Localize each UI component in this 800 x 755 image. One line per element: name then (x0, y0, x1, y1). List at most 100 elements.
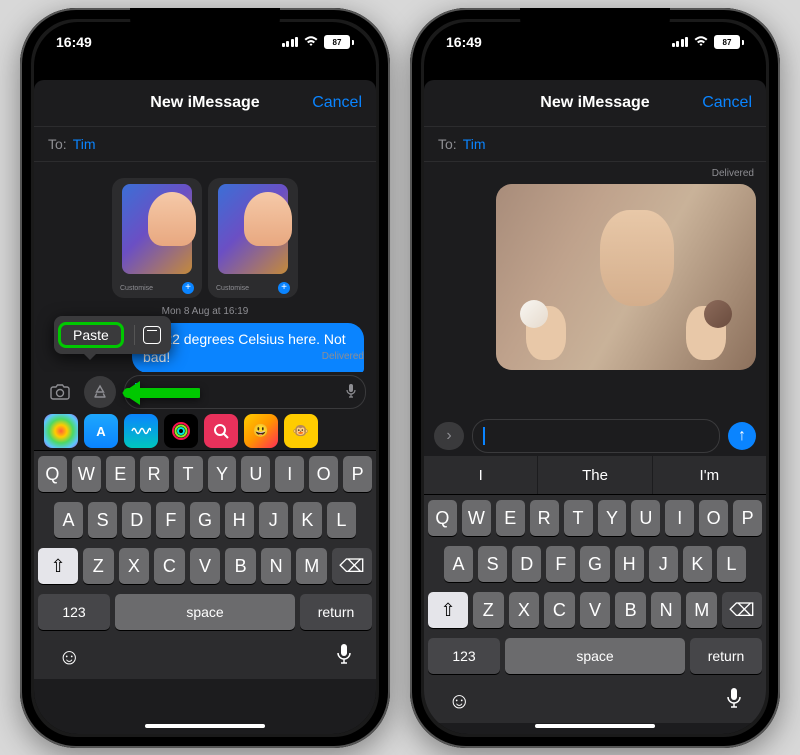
key-x[interactable]: X (119, 548, 150, 584)
prediction[interactable]: I'm (653, 456, 766, 494)
key-b[interactable]: B (615, 592, 646, 628)
key-c[interactable]: C (544, 592, 575, 628)
cancel-button[interactable]: Cancel (702, 94, 752, 112)
key-k[interactable]: K (683, 546, 712, 582)
key-z[interactable]: Z (83, 548, 114, 584)
appstore-icon[interactable] (84, 376, 116, 408)
key-e[interactable]: E (496, 500, 525, 536)
key-j[interactable]: J (649, 546, 678, 582)
memoji-app-icon[interactable]: 😃 (244, 414, 278, 448)
key-t[interactable]: T (174, 456, 203, 492)
key-l[interactable]: L (717, 546, 746, 582)
numeric-key[interactable]: 123 (38, 594, 110, 630)
key-q[interactable]: Q (428, 500, 457, 536)
pasted-image-attachment[interactable] (496, 184, 756, 370)
key-j[interactable]: J (259, 502, 288, 538)
key-h[interactable]: H (225, 502, 254, 538)
space-key[interactable]: space (115, 594, 295, 630)
key-o[interactable]: O (699, 500, 728, 536)
scan-text-icon[interactable] (143, 326, 161, 344)
home-indicator[interactable] (535, 724, 655, 728)
key-m[interactable]: M (296, 548, 327, 584)
key-o[interactable]: O (309, 456, 338, 492)
paste-button[interactable]: Paste (58, 322, 124, 348)
cancel-button[interactable]: Cancel (312, 94, 362, 112)
screen-right: 16:49 87 New iMessage Cancel To: Tim De (424, 22, 766, 734)
numeric-key[interactable]: 123 (428, 638, 500, 674)
message-thread[interactable]: Customise+ Customise+ Mon 8 Aug at 16:19… (34, 162, 376, 372)
key-n[interactable]: N (261, 548, 292, 584)
prediction[interactable]: The (538, 456, 652, 494)
key-g[interactable]: G (580, 546, 609, 582)
home-indicator[interactable] (145, 724, 265, 728)
key-p[interactable]: P (343, 456, 372, 492)
key-k[interactable]: K (293, 502, 322, 538)
music-app-icon[interactable] (124, 414, 158, 448)
shift-key[interactable]: ⇧ (38, 548, 78, 584)
key-f[interactable]: F (156, 502, 185, 538)
search-app-icon[interactable] (204, 414, 238, 448)
return-key[interactable]: return (690, 638, 762, 674)
key-r[interactable]: R (140, 456, 169, 492)
key-v[interactable]: V (190, 548, 221, 584)
key-c[interactable]: C (154, 548, 185, 584)
shift-key[interactable]: ⇧ (428, 592, 468, 628)
plus-icon[interactable]: + (182, 282, 194, 294)
key-t[interactable]: T (564, 500, 593, 536)
attachment-thumbnail[interactable]: Customise+ (112, 178, 202, 298)
key-r[interactable]: R (530, 500, 559, 536)
delete-key[interactable]: ⌫ (722, 592, 762, 628)
address-bar[interactable]: To: Tim (34, 127, 376, 162)
message-input[interactable] (472, 419, 720, 453)
mic-icon[interactable] (726, 687, 742, 715)
key-s[interactable]: S (478, 546, 507, 582)
send-button[interactable]: ↑ (728, 422, 756, 450)
key-d[interactable]: D (122, 502, 151, 538)
key-z[interactable]: Z (473, 592, 504, 628)
key-y[interactable]: Y (208, 456, 237, 492)
key-i[interactable]: I (665, 500, 694, 536)
key-q[interactable]: Q (38, 456, 67, 492)
key-w[interactable]: W (462, 500, 491, 536)
key-w[interactable]: W (72, 456, 101, 492)
key-y[interactable]: Y (598, 500, 627, 536)
key-s[interactable]: S (88, 502, 117, 538)
prediction[interactable]: I (424, 456, 538, 494)
key-x[interactable]: X (509, 592, 540, 628)
mic-icon[interactable] (336, 643, 352, 671)
key-h[interactable]: H (615, 546, 644, 582)
app-drawer[interactable]: A 😃 🐵 (34, 412, 376, 451)
emoji-icon[interactable]: ☺ (58, 644, 80, 670)
key-n[interactable]: N (651, 592, 682, 628)
camera-icon[interactable] (44, 376, 76, 408)
to-label: To: (438, 136, 457, 152)
expand-apps-icon[interactable]: › (434, 422, 464, 450)
key-a[interactable]: A (444, 546, 473, 582)
photos-app-icon[interactable] (44, 414, 78, 448)
key-u[interactable]: U (241, 456, 270, 492)
delete-key[interactable]: ⌫ (332, 548, 372, 584)
address-bar[interactable]: To: Tim (424, 127, 766, 162)
key-u[interactable]: U (631, 500, 660, 536)
key-v[interactable]: V (580, 592, 611, 628)
key-b[interactable]: B (225, 548, 256, 584)
animoji-app-icon[interactable]: 🐵 (284, 414, 318, 448)
key-p[interactable]: P (733, 500, 762, 536)
emoji-icon[interactable]: ☺ (448, 688, 470, 714)
key-l[interactable]: L (327, 502, 356, 538)
fitness-app-icon[interactable] (164, 414, 198, 448)
appstore-app-icon[interactable]: A (84, 414, 118, 448)
key-m[interactable]: M (686, 592, 717, 628)
return-key[interactable]: return (300, 594, 372, 630)
space-key[interactable]: space (505, 638, 685, 674)
key-g[interactable]: G (190, 502, 219, 538)
key-i[interactable]: I (275, 456, 304, 492)
key-f[interactable]: F (546, 546, 575, 582)
plus-icon[interactable]: + (278, 282, 290, 294)
attachment-thumbnail[interactable]: Customise+ (208, 178, 298, 298)
message-thread[interactable]: Delivered (424, 162, 766, 416)
key-e[interactable]: E (106, 456, 135, 492)
key-a[interactable]: A (54, 502, 83, 538)
key-d[interactable]: D (512, 546, 541, 582)
dictation-icon[interactable] (345, 383, 357, 402)
